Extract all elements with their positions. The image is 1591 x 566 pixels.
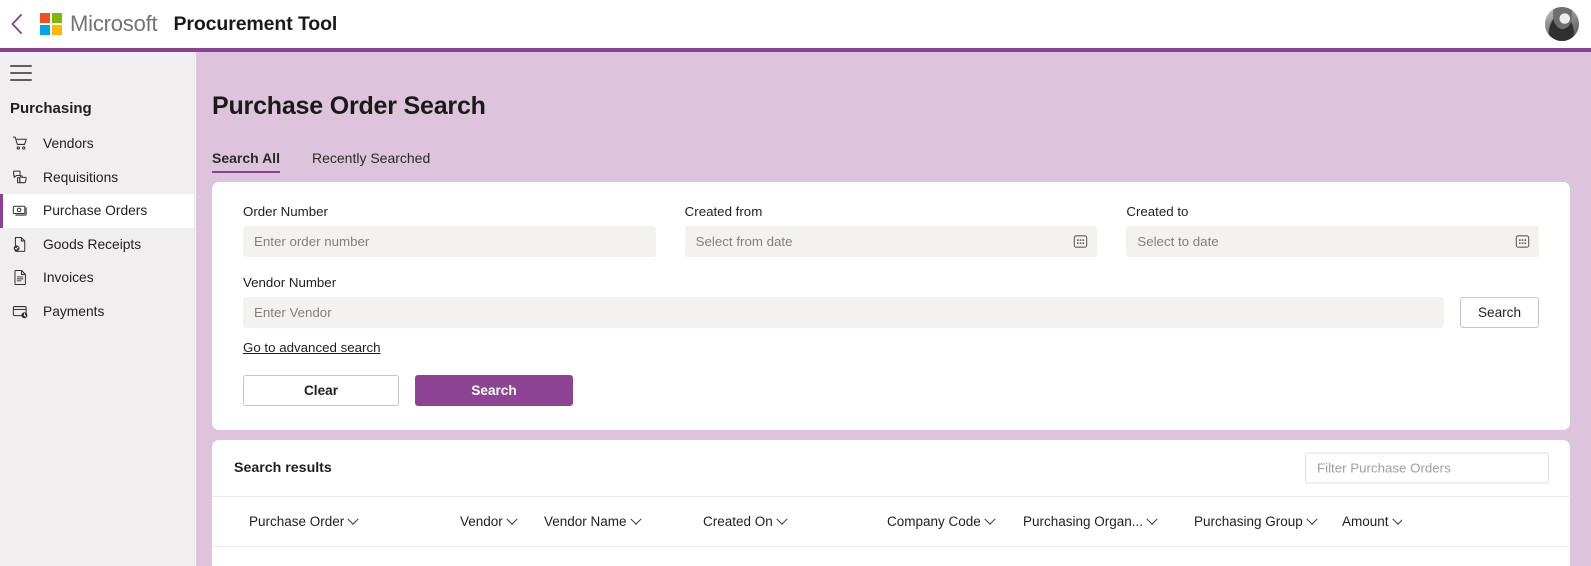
vendor-number-label: Vendor Number [243,275,337,290]
column-header-purchasing-organization[interactable]: Purchasing Organ... [1023,514,1194,529]
sidebar-item-label: Invoices [43,270,94,286]
column-header-company-code[interactable]: Company Code [887,514,1023,529]
vendor-number-input[interactable] [243,297,1444,328]
form-actions: Clear Search [243,375,573,406]
tab-bar: Search All Recently Searched [212,143,1591,173]
page-title: Purchase Order Search [212,92,486,120]
document-lines-icon [10,268,30,288]
column-label: Created On [703,514,773,529]
column-header-vendor[interactable]: Vendor [460,514,544,529]
tab-search-all[interactable]: Search All [212,150,280,173]
shopping-cart-icon [10,134,30,154]
column-label: Vendor [460,514,503,529]
main-content: Purchase Order Search Search All Recentl… [196,52,1591,566]
sidebar-item-label: Purchase Orders [43,203,148,219]
column-label: Purchasing Group [1194,514,1303,529]
chevron-down-icon [347,514,359,525]
document-check-icon [10,234,30,254]
column-header-purchase-order[interactable]: Purchase Order [249,514,460,529]
column-header-purchasing-group[interactable]: Purchasing Group [1194,514,1342,529]
search-form-card: Order Number Created from [212,182,1570,430]
chevron-down-icon [1146,514,1158,525]
results-title: Search results [234,460,332,476]
sidebar-item-vendors[interactable]: Vendors [0,127,194,161]
sidebar-item-payments[interactable]: Payments [0,295,194,329]
calendar-icon[interactable] [1512,232,1532,252]
microsoft-logo-icon [40,13,62,35]
order-number-input[interactable] [243,226,656,257]
created-from-input[interactable] [684,226,1098,257]
filter-purchase-orders-input[interactable] [1305,452,1549,484]
sidebar-item-label: Goods Receipts [43,236,142,252]
wallet-clock-icon [10,301,30,321]
tab-recently-searched[interactable]: Recently Searched [312,150,430,173]
created-to-input[interactable] [1126,226,1540,257]
sidebar-item-invoices[interactable]: Invoices [0,261,194,295]
hamburger-menu-icon[interactable] [10,65,32,81]
chevron-down-icon [1306,514,1318,525]
column-label: Purchasing Organ... [1023,514,1144,529]
chevron-down-icon [776,514,788,525]
sidebar-item-label: Payments [43,303,105,319]
sidebar-item-requisitions[interactable]: Requisitions [0,161,194,195]
chevron-down-icon [984,514,996,525]
order-number-label: Order Number [243,204,328,219]
money-stack-icon [10,201,30,221]
advanced-search-link[interactable]: Go to advanced search [243,340,381,355]
vendor-search-button[interactable]: Search [1460,297,1539,328]
sidebar-title: Purchasing [10,100,92,117]
column-header-amount[interactable]: Amount [1342,514,1402,529]
sidebar-item-purchase-orders[interactable]: Purchase Orders [0,194,194,228]
chevron-down-icon [506,514,518,525]
created-from-label: Created from [684,204,763,219]
column-label: Vendor Name [544,514,627,529]
avatar-photo [1545,7,1579,41]
avatar[interactable] [1545,7,1579,41]
column-header-vendor-name[interactable]: Vendor Name [544,514,703,529]
approvals-icon [10,167,30,187]
sidebar: Purchasing Vendors Requisitions Purchase… [0,52,195,566]
column-label: Purchase Order [249,514,345,529]
calendar-icon[interactable] [1070,232,1090,252]
chevron-down-icon [1391,514,1402,525]
results-table-body [212,547,1570,566]
search-button[interactable]: Search [415,375,573,406]
column-label: Amount [1342,514,1389,529]
results-header: Search results [212,440,1570,497]
search-results-card: Search results Purchase Order Vendor Ven… [212,440,1570,566]
back-chevron-icon[interactable] [0,0,34,48]
top-header-bar: Microsoft Procurement Tool [0,0,1591,48]
app-title: Procurement Tool [173,12,338,35]
column-label: Company Code [887,514,981,529]
column-header-created-on[interactable]: Created On [703,514,887,529]
chevron-down-icon [629,514,642,525]
results-table-header: Purchase Order Vendor Vendor Name Create… [212,497,1570,547]
sidebar-item-goods-receipts[interactable]: Goods Receipts [0,228,194,262]
created-to-label: Created to [1126,204,1189,219]
clear-button[interactable]: Clear [243,375,399,406]
sidebar-item-label: Requisitions [43,169,119,185]
sidebar-item-label: Vendors [43,136,94,152]
brand-name: Microsoft [70,11,158,36]
